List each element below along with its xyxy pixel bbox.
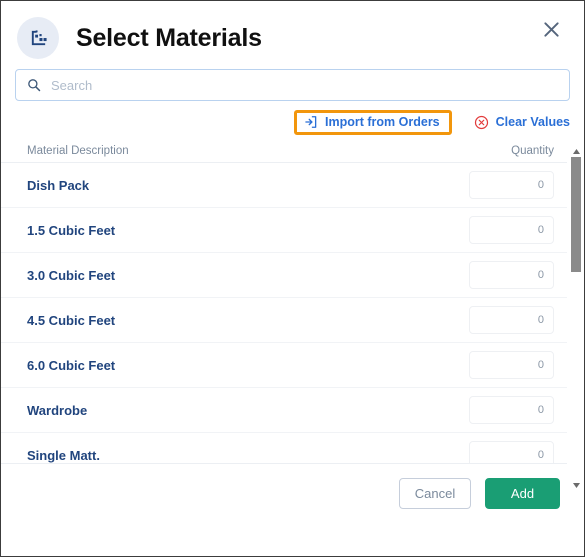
scroll-down-arrow-icon-svg (572, 483, 580, 488)
quantity-input[interactable] (470, 172, 553, 198)
materials-box-icon (17, 17, 59, 59)
material-description-label: Wardrobe (27, 402, 88, 418)
select-materials-dialog: Select Materials Import (0, 0, 585, 557)
quantity-input[interactable] (470, 217, 553, 243)
import-from-orders-label: Import from Orders (325, 114, 440, 129)
dialog-footer: Cancel Add (1, 464, 584, 509)
quantity-input[interactable] (470, 262, 553, 288)
table-row: Wardrobe (1, 388, 584, 433)
import-from-orders-button[interactable]: Import from Orders (294, 109, 452, 135)
dialog-header: Select Materials (1, 1, 584, 59)
close-icon[interactable] (534, 12, 568, 46)
materials-list: Dish Pack 1.5 Cubic Feet 3.0 Cubic Feet 4.5… (1, 163, 584, 463)
clear-values-label: Clear Values (495, 115, 570, 129)
quantity-field[interactable] (469, 351, 554, 379)
search-bar[interactable] (15, 69, 570, 101)
material-description-label: 6.0 Cubic Feet (27, 357, 116, 373)
action-row: Import from Orders Clear Values (15, 109, 570, 135)
circle-x-icon-svg (474, 115, 488, 129)
search-icon-svg (28, 79, 41, 92)
quantity-field[interactable] (469, 396, 554, 424)
quantity-input[interactable] (470, 397, 553, 423)
materials-box-icon-svg (31, 29, 47, 45)
quantity-field[interactable] (469, 306, 554, 334)
quantity-field[interactable] (469, 261, 554, 289)
scrollbar-track[interactable] (568, 157, 584, 480)
table-row: Single Matt. (1, 433, 584, 463)
table-header: Material Description Quantity (1, 145, 584, 163)
add-button[interactable]: Add (485, 478, 560, 509)
search-icon (27, 78, 41, 92)
quantity-input[interactable] (470, 352, 553, 378)
close-icon-svg (543, 21, 559, 37)
material-description-label: 3.0 Cubic Feet (27, 267, 116, 283)
material-description-label: 4.5 Cubic Feet (27, 312, 116, 328)
table-row: 4.5 Cubic Feet (1, 298, 584, 343)
quantity-input[interactable] (470, 442, 553, 463)
column-header-description: Material Description (27, 145, 129, 157)
column-header-quantity: Quantity (511, 145, 554, 157)
clear-values-button[interactable]: Clear Values (474, 113, 570, 132)
materials-list-scrollbar[interactable] (567, 146, 584, 491)
quantity-field[interactable] (469, 216, 554, 244)
page-title: Select Materials (76, 23, 262, 52)
table-row: Dish Pack (1, 163, 584, 208)
quantity-field[interactable] (469, 441, 554, 463)
cancel-button[interactable]: Cancel (399, 478, 471, 509)
import-arrow-icon-svg (305, 115, 317, 128)
circle-x-icon (474, 115, 489, 130)
import-arrow-icon (304, 115, 318, 129)
quantity-field[interactable] (469, 171, 554, 199)
material-description-label: Dish Pack (27, 177, 90, 193)
material-description-label: 1.5 Cubic Feet (27, 222, 116, 238)
material-description-label: Single Matt. (27, 447, 100, 463)
scroll-up-arrow-icon[interactable] (568, 146, 584, 157)
table-row: 1.5 Cubic Feet (1, 208, 584, 253)
quantity-input[interactable] (470, 307, 553, 333)
table-row: 6.0 Cubic Feet (1, 343, 584, 388)
scroll-up-arrow-icon-svg (572, 149, 580, 154)
scrollbar-thumb[interactable] (571, 157, 581, 272)
scroll-down-arrow-icon[interactable] (568, 480, 584, 491)
table-row: 3.0 Cubic Feet (1, 253, 584, 298)
search-input[interactable] (51, 70, 569, 100)
